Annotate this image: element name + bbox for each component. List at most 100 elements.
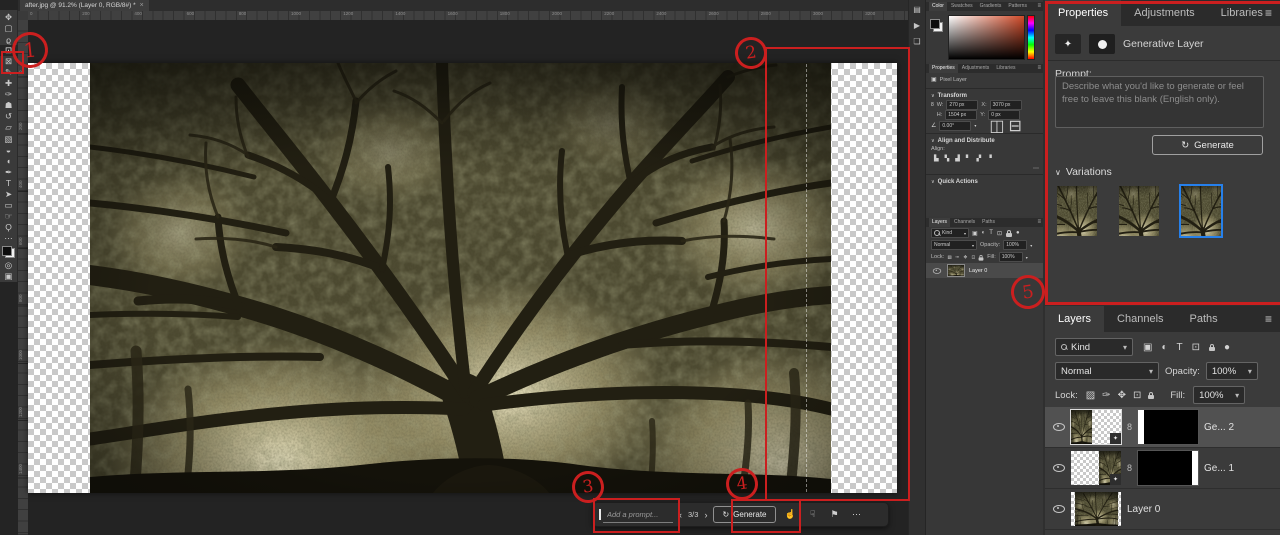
document-tab[interactable]: after.jpg @ 91.2% (Layer 0, RGB/8#) * ×	[20, 0, 149, 11]
mini-fill-field[interactable]: 100%	[998, 252, 1023, 262]
mini-opacity-field[interactable]: 100%	[1003, 240, 1028, 250]
variation-thumbnail-2[interactable]	[1119, 186, 1159, 236]
quick-mask-mode[interactable]: ◎	[0, 260, 18, 271]
move-tool[interactable]: ✥	[0, 12, 18, 23]
foreground-background-swatches[interactable]	[930, 19, 943, 32]
visibility-eye-icon[interactable]	[932, 267, 942, 274]
layer-row-generative-2[interactable]: ✦ 8 Ge... 2	[1045, 407, 1280, 448]
filter-smart-objects-icon[interactable]	[1209, 343, 1215, 351]
thumbs-up-icon[interactable]: ☝	[784, 509, 798, 520]
layer-row-generative-1[interactable]: ✦ 8 Ge... 1	[1045, 448, 1280, 489]
properties-tab-adjustments[interactable]: Adjustments	[1121, 0, 1208, 26]
filter-type-layers-icon[interactable]: T	[1177, 342, 1183, 353]
collapse-icon[interactable]: ∨	[931, 138, 935, 144]
layer-row-layer-0[interactable]: Layer 0	[1045, 489, 1280, 530]
transform-section-title[interactable]: Transform	[938, 93, 967, 99]
screen-mode[interactable]: ▣	[0, 271, 18, 282]
visibility-eye-icon[interactable]	[1053, 464, 1065, 472]
path-selection-tool[interactable]: ➤	[0, 189, 18, 200]
chevron-down-icon[interactable]: ▾	[1026, 255, 1028, 260]
x-field[interactable]: 3070 px	[989, 100, 1022, 110]
align-right-icon[interactable]: ▟	[955, 155, 960, 162]
color-picker-field[interactable]	[948, 15, 1025, 60]
filter-adjustment-layers-icon[interactable]: ◐	[1161, 342, 1167, 353]
mini-layers-tab-layers[interactable]: Layers	[929, 218, 951, 227]
color-panel-menu-icon[interactable]: ≡	[1037, 2, 1041, 11]
filter-shape-layers-icon[interactable]: ⊡	[1192, 342, 1200, 353]
foreground-background-swatches[interactable]	[2, 245, 15, 258]
lock-artboard-icon[interactable]: ⊡	[1133, 390, 1141, 401]
color-tab-swatches[interactable]: Swatches	[948, 2, 976, 11]
blur-tool[interactable]: ◒	[0, 145, 18, 156]
quick-actions-title[interactable]: Quick Actions	[938, 179, 978, 185]
zoom-tool[interactable]: Ϙ	[0, 222, 18, 233]
tree-photo[interactable]	[90, 63, 831, 493]
align-bottom-icon[interactable]: ▝	[987, 155, 992, 162]
filter-type-layers-icon[interactable]: T	[989, 230, 993, 237]
lock-position-icon[interactable]: ✥	[1118, 390, 1126, 401]
link-dimensions-icon[interactable]: 8	[931, 102, 934, 108]
align-top-icon[interactable]: ▘	[966, 155, 971, 162]
align-center-v-icon[interactable]: ▞	[977, 155, 982, 162]
lock-transparency-icon[interactable]: ▨	[1086, 390, 1095, 401]
foreground-color[interactable]	[930, 19, 940, 29]
filter-toggle-icon[interactable]: ●	[1224, 342, 1230, 353]
layers-tab-channels[interactable]: Channels	[1104, 306, 1176, 332]
taskbar-generate-button[interactable]: ↻ Generate	[713, 506, 776, 523]
collapse-icon[interactable]: ∨	[931, 93, 935, 99]
report-flag-icon[interactable]: ⚑	[828, 509, 842, 520]
marquee-tool[interactable]: ▢	[0, 23, 18, 34]
history-panel-icon[interactable]: ▤	[913, 5, 921, 14]
lock-transparency-icon[interactable]: ▨	[948, 254, 952, 260]
mask-link-icon[interactable]: 8	[1127, 463, 1132, 473]
variations-title[interactable]: Variations	[1066, 166, 1112, 178]
filter-adjustment-layers-icon[interactable]: ◐	[982, 230, 986, 237]
lock-all-icon[interactable]	[1148, 391, 1155, 399]
layer-thumbnail[interactable]: ✦	[1071, 451, 1121, 485]
chevron-down-icon[interactable]: ▾	[1030, 243, 1032, 248]
filter-smart-objects-icon[interactable]	[1006, 229, 1012, 237]
layers-tab-layers[interactable]: Layers	[1045, 306, 1105, 332]
prompt-textarea[interactable]	[1055, 76, 1264, 128]
layer-thumbnail[interactable]: ✦	[1070, 409, 1122, 445]
lock-paint-icon[interactable]: ✑	[1102, 390, 1110, 401]
mini-layers-panel-menu-icon[interactable]: ≡	[1037, 218, 1041, 227]
mini-layer-thumbnail[interactable]	[947, 264, 965, 277]
eraser-tool[interactable]: ▱	[0, 122, 18, 133]
fill-field[interactable]: 100% ▾	[1193, 386, 1246, 404]
flip-vertical-icon[interactable]: ⊟	[1009, 116, 1022, 136]
width-field[interactable]: 270 px	[946, 100, 979, 110]
properties-tab-properties[interactable]: Properties	[1045, 0, 1122, 26]
visibility-eye-icon[interactable]	[1053, 505, 1065, 513]
properties-panel-menu-icon[interactable]: ≡	[1265, 6, 1272, 20]
color-tab-patterns[interactable]: Patterns	[1005, 2, 1030, 11]
hue-slider[interactable]	[1027, 15, 1035, 60]
visibility-eye-icon[interactable]	[1053, 423, 1065, 431]
more-options-icon[interactable]: ⋯	[850, 509, 864, 520]
foreground-color[interactable]	[2, 245, 12, 256]
filter-pixel-layers-icon[interactable]: ▣	[1143, 342, 1152, 353]
lock-all-icon[interactable]	[978, 254, 984, 261]
angle-field[interactable]: 0.00°	[939, 120, 972, 131]
mini-properties-tab-properties[interactable]: Properties	[929, 64, 958, 73]
mini-kind-dropdown[interactable]: Kind ▾	[931, 228, 969, 238]
color-tab-gradients[interactable]: Gradients	[977, 2, 1005, 11]
align-center-h-icon[interactable]: ▚	[945, 155, 950, 162]
mini-properties-panel-menu-icon[interactable]: ≡	[1037, 64, 1041, 73]
shape-tool[interactable]: ▭	[0, 200, 18, 211]
lock-paint-icon[interactable]: ✑	[956, 254, 960, 260]
layers-panel-menu-icon[interactable]: ≡	[1265, 312, 1272, 326]
eyedropper-tool[interactable]: ✎	[0, 67, 18, 78]
clone-stamp-tool[interactable]: ☗	[0, 100, 18, 111]
more-align-icon[interactable]: ⋯	[1033, 165, 1039, 172]
layers-tab-paths[interactable]: Paths	[1177, 306, 1231, 332]
mini-blend-dropdown[interactable]: Normal ▾	[931, 240, 977, 250]
variation-thumbnail-3[interactable]	[1179, 184, 1223, 238]
kind-filter-dropdown[interactable]: Kind ▾	[1055, 338, 1133, 356]
filter-shape-layers-icon[interactable]: ⊡	[997, 230, 1002, 237]
align-section-title[interactable]: Align and Distribute	[938, 138, 995, 144]
taskbar-prompt-input[interactable]	[603, 506, 673, 523]
edit-toolbar[interactable]: ⋯	[0, 233, 18, 244]
color-tab-color[interactable]: Color	[929, 2, 947, 11]
pen-tool[interactable]: ✒	[0, 167, 18, 178]
